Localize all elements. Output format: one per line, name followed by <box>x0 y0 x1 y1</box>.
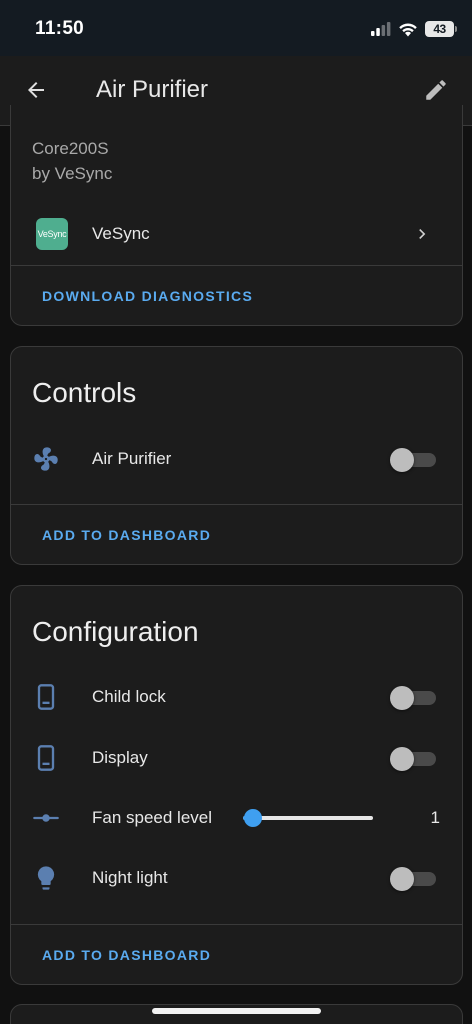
next-card <box>10 1004 463 1024</box>
battery-icon: 43 <box>425 21 457 37</box>
entity-name: Child lock <box>92 687 166 706</box>
entity-row-display[interactable]: Display <box>11 730 462 786</box>
wifi-icon <box>399 23 417 36</box>
controls-title: Controls <box>32 377 137 408</box>
battery-level: 43 <box>433 22 446 36</box>
page-title: Air Purifier <box>96 76 209 103</box>
device-model: Core200S <box>32 139 109 158</box>
entity-row-child-lock[interactable]: Child lock <box>11 669 462 725</box>
divider <box>11 265 462 266</box>
air-purifier-toggle[interactable] <box>390 448 436 472</box>
back-button[interactable] <box>16 70 56 110</box>
night-light-toggle[interactable] <box>390 867 436 891</box>
entity-row-fan-speed-level: Fan speed level 1 <box>11 790 462 846</box>
arrow-left-icon <box>28 82 44 98</box>
toggle-thumb <box>390 747 414 771</box>
toggle-thumb <box>390 448 414 472</box>
toggle-thumb <box>390 686 414 710</box>
configuration-title: Configuration <box>32 616 199 647</box>
edit-button[interactable] <box>416 70 456 110</box>
vesync-logo: VeSync <box>36 218 68 250</box>
add-to-dashboard-button[interactable]: ADD TO DASHBOARD <box>42 947 211 963</box>
integration-link-vesync[interactable]: VeSync VeSync <box>11 205 462 263</box>
lightbulb-icon <box>32 864 60 892</box>
entity-name: Night light <box>92 868 168 887</box>
entity-row-night-light[interactable]: Night light <box>11 850 462 906</box>
entity-name: Display <box>92 748 148 767</box>
vesync-logo-text: VeSync <box>37 229 67 239</box>
device-manufacturer: by VeSync <box>32 164 113 183</box>
slider-icon <box>32 804 60 832</box>
toggle-thumb <box>390 867 414 891</box>
tablet-icon <box>32 683 60 711</box>
entity-name: Air Purifier <box>92 449 172 468</box>
device-info-card: Core200S by VeSync VeSync VeSync DOWNLOA… <box>10 105 463 326</box>
child-lock-toggle[interactable] <box>390 686 436 710</box>
configuration-card: Configuration Child lock Display Fan spe… <box>10 585 463 985</box>
controls-card: Controls Air Purifier ADD TO DASHBOARD <box>10 346 463 565</box>
status-time: 11:50 <box>35 18 85 39</box>
status-bar: 11:50 43 <box>0 0 472 56</box>
slider-rail <box>243 816 373 820</box>
pencil-icon <box>426 80 446 100</box>
download-diagnostics-button[interactable]: DOWNLOAD DIAGNOSTICS <box>42 288 253 304</box>
chevron-right-icon <box>419 229 426 239</box>
home-indicator <box>152 1008 321 1014</box>
display-toggle[interactable] <box>390 747 436 771</box>
divider <box>11 504 462 505</box>
add-to-dashboard-button[interactable]: ADD TO DASHBOARD <box>42 527 211 543</box>
fan-speed-value: 1 <box>430 808 440 827</box>
fan-icon <box>32 445 60 473</box>
status-icons: 43 <box>371 18 457 40</box>
slider-knob[interactable] <box>244 809 262 827</box>
fan-speed-slider[interactable] <box>243 806 373 830</box>
device-model-info: Core200S by VeSync <box>32 136 112 186</box>
integration-name: VeSync <box>92 224 150 243</box>
tablet-icon <box>32 744 60 772</box>
divider <box>11 924 462 925</box>
cellular-signal-icon <box>371 22 391 36</box>
entity-row-air-purifier[interactable]: Air Purifier <box>11 431 462 487</box>
entity-name: Fan speed level <box>92 808 213 827</box>
